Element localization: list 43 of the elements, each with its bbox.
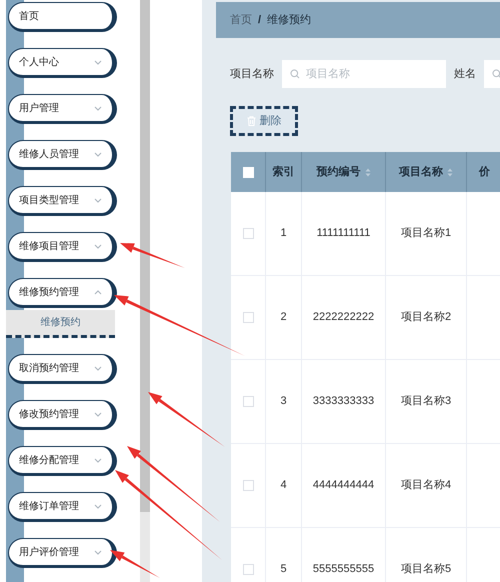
sidebar-menu-item[interactable]: 首页 — [8, 2, 117, 32]
checkbox[interactable] — [242, 228, 254, 239]
table-cell-text: 项目名称3 — [400, 394, 452, 410]
table-cell-text: 1 — [280, 226, 287, 242]
checkbox[interactable] — [242, 480, 254, 491]
sidebar-menu-item[interactable]: 维修订单管理 — [8, 492, 117, 522]
table-cell-text: 项目名称1 — [400, 226, 452, 242]
search-field[interactable]: 项目名称 — [282, 60, 446, 88]
table-cell-text: 5555555555 — [312, 562, 374, 578]
sidebar-menu-item[interactable]: 用户管理 — [8, 94, 117, 124]
table-cell-text: 3333333333 — [312, 394, 374, 410]
sidebar-menu-item[interactable]: 维修预约管理 — [8, 278, 117, 308]
table-cell-text: 1111111111 — [316, 226, 370, 242]
sidebar-menu-item[interactable]: 个人中心 — [8, 48, 117, 78]
table-cell-text: 项目名称2 — [400, 310, 452, 326]
sidebar-menu-item[interactable]: 维修分配管理 — [8, 446, 117, 476]
breadcrumb-link[interactable]: 维修预约 — [267, 12, 312, 28]
table-cell-text: 项目名称4 — [400, 478, 452, 494]
sidebar-menu-item[interactable]: 取消预约管理 — [8, 354, 117, 384]
trash-icon — [246, 116, 256, 126]
table-cell-text: 项目名称5 — [400, 562, 452, 578]
field-label: 项目名称 — [230, 66, 274, 82]
search-icon — [290, 69, 300, 79]
table-cell-text: 4444444444 — [312, 478, 374, 494]
field-label: 姓名 — [454, 66, 476, 82]
table-cell-text: 4 — [280, 478, 287, 494]
sidebar-menu-item[interactable]: 维修项目管理 — [8, 232, 117, 262]
checkbox[interactable] — [242, 564, 254, 575]
delete-button[interactable]: 删除 — [230, 106, 298, 136]
sidebar-menu-item[interactable]: 维修人员管理 — [8, 140, 117, 170]
breadcrumb-separator: / — [258, 12, 262, 28]
checkbox[interactable] — [242, 312, 254, 323]
sidebar-menu-item[interactable]: 修改预约管理 — [8, 400, 117, 430]
sidebar-menu-item[interactable]: 项目类型管理 — [8, 186, 117, 216]
table-cell-text: 5 — [280, 562, 287, 578]
submenu-item[interactable]: 维修预约 — [6, 310, 115, 338]
table-cell-text: 2 — [280, 310, 287, 326]
sidebar-menu-item[interactable]: 用户评价管理 — [8, 538, 117, 568]
annotation-arrow — [120, 243, 185, 268]
table-cell-text: 3 — [280, 394, 287, 410]
checkbox[interactable] — [242, 396, 254, 407]
table-cell-text: 2222222222 — [312, 310, 374, 326]
search-icon — [492, 69, 500, 79]
